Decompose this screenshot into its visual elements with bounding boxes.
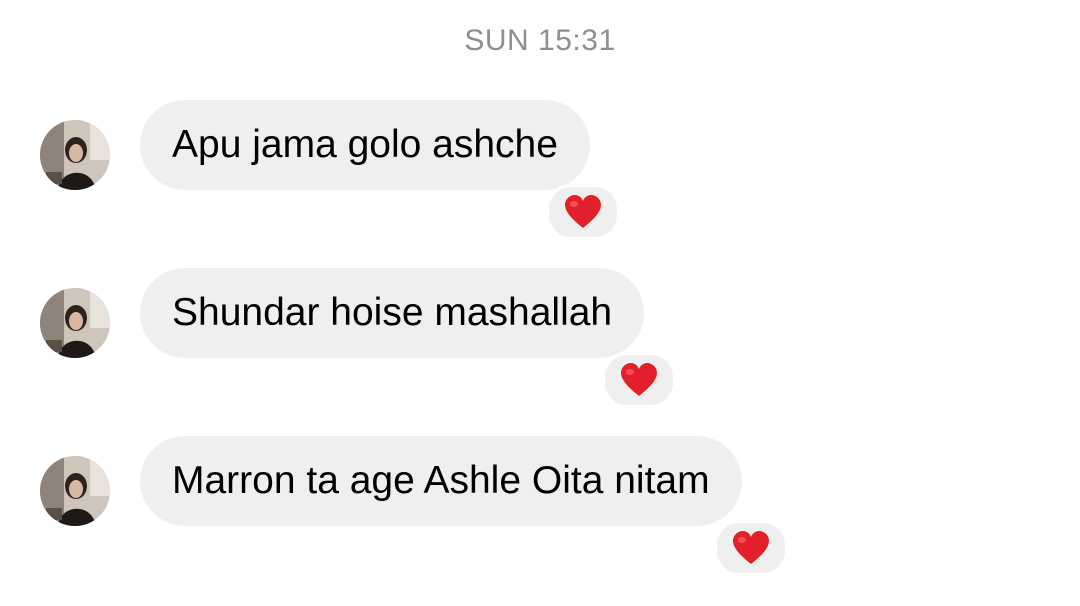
message-bubble[interactable]: Apu jama golo ashche — [140, 100, 590, 190]
red-heart-icon — [733, 531, 769, 564]
message-row: Shundar hoise mashallah — [0, 268, 1080, 438]
sender-avatar[interactable] — [40, 456, 110, 526]
reaction-badge[interactable] — [602, 352, 676, 408]
reaction-badge[interactable] — [714, 520, 788, 576]
sender-avatar[interactable] — [40, 120, 110, 190]
message-text: Shundar hoise mashallah — [172, 291, 613, 334]
message-bubble[interactable]: Marron ta age Ashle Oita nitam — [140, 436, 742, 526]
avatar-photo — [40, 288, 110, 358]
reaction-badge[interactable] — [546, 184, 620, 240]
red-heart-icon — [565, 195, 601, 228]
avatar-photo — [40, 120, 110, 190]
red-heart-icon — [621, 363, 657, 396]
message-row: Apu jama golo ashche — [0, 100, 1080, 270]
avatar-photo — [40, 456, 110, 526]
message-text: Marron ta age Ashle Oita nitam — [172, 459, 710, 502]
sender-avatar[interactable] — [40, 288, 110, 358]
message-row: Marron ta age Ashle Oita nitam — [0, 436, 1080, 606]
message-text: Apu jama golo ashche — [172, 123, 558, 166]
message-bubble[interactable]: Shundar hoise mashallah — [140, 268, 645, 358]
message-timestamp: SUN 15:31 — [464, 24, 616, 57]
